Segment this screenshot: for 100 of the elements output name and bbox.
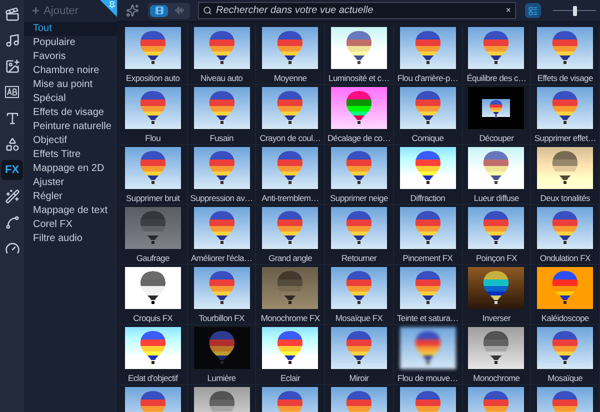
pin-icon	[108, 1, 116, 9]
balloon-thumbnail	[537, 327, 594, 369]
balloon-thumbnail	[262, 147, 318, 189]
effect-tile[interactable]: Niveau auto	[188, 25, 256, 85]
effect-tile[interactable]: Mosaïque	[531, 325, 600, 385]
effect-tile[interactable]: Anti-tremblem…	[256, 145, 326, 205]
category-item[interactable]: Tout	[24, 22, 117, 36]
category-item[interactable]: Chambre noire	[24, 64, 117, 78]
effect-tile[interactable]: Luminosité et c…	[325, 25, 394, 85]
category-item[interactable]: Filtre audio	[24, 232, 117, 246]
balloon-thumbnail	[537, 87, 594, 129]
balloon-thumbnail	[468, 267, 524, 309]
balloon-thumbnail	[194, 207, 250, 249]
balloon-thumbnail	[330, 147, 387, 189]
balloon-thumbnail	[262, 267, 318, 309]
effect-tile[interactable]: Comique	[394, 85, 463, 145]
effect-tile[interactable]: Flou	[119, 85, 188, 145]
balloon-thumbnail	[537, 27, 594, 69]
balloon-thumbnail	[194, 27, 250, 69]
effect-tile[interactable]: Eclair	[256, 325, 326, 385]
category-item[interactable]: Spécial	[24, 92, 117, 106]
category-item[interactable]: Mappage de text	[24, 204, 117, 218]
search-icon	[203, 6, 212, 15]
balloon-thumbnail	[400, 207, 456, 249]
effect-tile[interactable]: Fusain	[188, 85, 256, 145]
balloon-thumbnail	[468, 27, 524, 69]
sparkle-plus-icon[interactable]	[126, 4, 139, 17]
effect-tile[interactable]: Croquis FX	[119, 265, 188, 325]
effect-tile[interactable]: Effets de visage	[531, 25, 600, 85]
balloon-thumbnail	[330, 207, 387, 249]
effect-tile[interactable]: Deux tonalités	[531, 145, 600, 205]
film-icon	[154, 6, 164, 15]
effect-tile[interactable]: Suppression av…	[188, 145, 256, 205]
effect-tile[interactable]: Améliorer l'écla…	[188, 205, 256, 265]
effect-tile[interactable]: Moyenne	[256, 25, 326, 85]
effect-tile[interactable]: Diffraction	[394, 145, 463, 205]
effect-tile[interactable]: Retourner	[325, 205, 394, 265]
list-view-button[interactable]	[525, 3, 541, 18]
balloon-thumbnail	[124, 147, 181, 189]
effect-tile[interactable]: Exposition auto	[119, 25, 188, 85]
zoom-slider[interactable]	[553, 6, 596, 16]
slider-thumb[interactable]	[572, 6, 576, 16]
category-item[interactable]: Effets Titre	[24, 148, 117, 162]
balloon-thumbnail	[124, 87, 181, 129]
balloon-thumbnail	[330, 267, 387, 309]
effect-tile[interactable]: Découper	[462, 85, 532, 145]
category-item[interactable]: Populaire	[24, 36, 117, 50]
effect-tile[interactable]: Pincement FX	[394, 205, 463, 265]
balloon-thumbnail	[468, 207, 524, 249]
balloon-thumbnail	[194, 147, 250, 189]
effect-tile[interactable]: Miroir	[325, 325, 394, 385]
balloon-thumbnail	[468, 87, 524, 129]
category-item[interactable]: Mise au point	[24, 78, 117, 92]
effect-tile[interactable]: Mosaïque FX	[325, 265, 394, 325]
effect-tile[interactable]: Lueur diffuse	[462, 145, 532, 205]
effect-tile[interactable]: Décalage de co…	[325, 85, 394, 145]
balloon-thumbnail	[194, 327, 250, 369]
effect-tile[interactable]: Équilibre des c…	[462, 25, 532, 85]
effect-tile[interactable]: Inverser	[462, 265, 532, 325]
effect-tile[interactable]: Monochrome	[462, 325, 532, 385]
balloon-thumbnail	[400, 267, 456, 309]
balloon-thumbnail	[537, 147, 594, 189]
search-field[interactable]: Rechercher dans votre vue actuelle ×	[198, 2, 516, 19]
effect-tile[interactable]: Supprimer effet…	[531, 85, 600, 145]
balloon-thumbnail	[330, 87, 387, 129]
balloon-thumbnail	[400, 147, 456, 189]
effect-tile[interactable]: Supprimer bruit	[119, 145, 188, 205]
effect-tile[interactable]: Crayon de coul…	[256, 85, 326, 145]
balloon-thumbnail	[330, 327, 387, 369]
category-item[interactable]: Ajuster	[24, 176, 117, 190]
balloon-thumbnail	[124, 327, 181, 369]
video-filter-button[interactable]	[150, 4, 168, 16]
clear-button[interactable]: ×	[506, 4, 511, 18]
effect-tile[interactable]: Lumière	[188, 325, 256, 385]
effect-tile[interactable]: Gaufrage	[119, 205, 188, 265]
effect-tile[interactable]: Teinte et satura…	[394, 265, 463, 325]
balloon-thumbnail	[262, 27, 318, 69]
effect-tile[interactable]: Flou d'arrière-p…	[394, 25, 463, 85]
category-item[interactable]: Corel FX	[24, 218, 117, 232]
balloon-thumbnail	[194, 267, 250, 309]
effect-tile[interactable]: Monochrome FX	[256, 265, 326, 325]
category-item[interactable]: Favoris	[24, 50, 117, 64]
effect-tile[interactable]: Ondulation FX	[531, 205, 600, 265]
effect-tile[interactable]: Kaléidoscope	[531, 265, 600, 325]
effect-tile[interactable]: Eclat d'objectif	[119, 325, 188, 385]
effect-tile[interactable]: Supprimer neige	[325, 145, 394, 205]
category-item[interactable]: Peinture naturelle	[24, 120, 117, 134]
balloon-thumbnail	[124, 207, 181, 249]
fx-tab[interactable]: FX	[1, 160, 23, 180]
effect-tile[interactable]: Flou de mouve…	[394, 325, 463, 385]
effect-tile[interactable]: Poinçon FX	[462, 205, 532, 265]
effect-tile[interactable]: Tourbillon FX	[188, 265, 256, 325]
category-item[interactable]: Effets de visage	[24, 106, 117, 120]
balloon-thumbnail	[468, 147, 524, 189]
category-item[interactable]: Mappage en 2D	[24, 162, 117, 176]
sound-wave-icon	[174, 6, 184, 15]
effect-tile[interactable]: Grand angle	[256, 205, 326, 265]
balloon-thumbnail	[400, 327, 456, 369]
category-item[interactable]: Régler	[24, 190, 117, 204]
category-item[interactable]: Objectif	[24, 134, 117, 148]
